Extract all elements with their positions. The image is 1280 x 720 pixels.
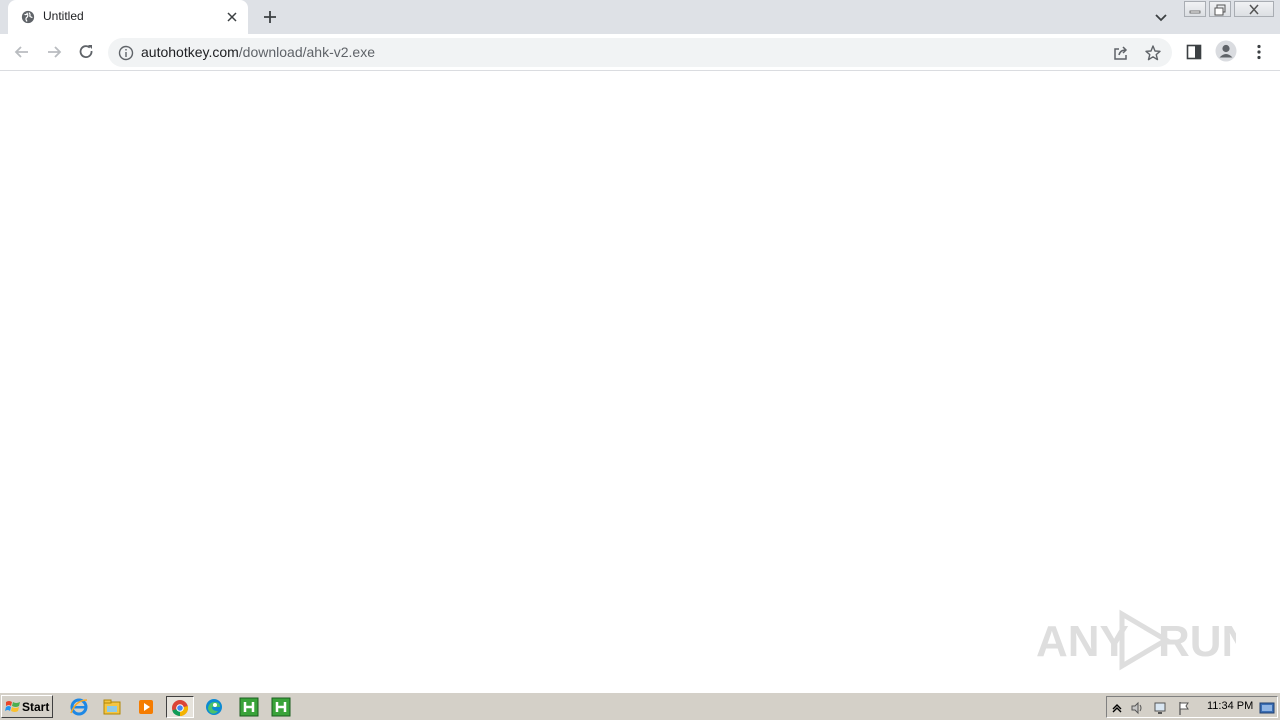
address-bar[interactable]: autohotkey.com/download/ahk-v2.exe [108, 38, 1172, 67]
more-menu-icon[interactable] [1249, 42, 1269, 62]
side-panel-icon[interactable] [1184, 42, 1204, 62]
reload-icon[interactable] [76, 42, 96, 62]
taskbar-chrome-button[interactable] [166, 696, 194, 718]
show-desktop-icon[interactable] [1259, 700, 1275, 716]
autohotkey-icon[interactable] [268, 696, 294, 718]
page-content: ANY RUN [0, 72, 1280, 692]
taskbar: Start 11:34 PM [0, 692, 1280, 720]
new-tab-icon[interactable] [260, 7, 280, 27]
show-hidden-icons-icon[interactable] [1109, 700, 1125, 716]
close-icon [1249, 4, 1259, 15]
volume-icon[interactable] [1129, 700, 1145, 716]
browser-toolbar: autohotkey.com/download/ahk-v2.exe [0, 34, 1280, 71]
back-arrow-icon[interactable] [12, 42, 32, 62]
bookmark-star-icon[interactable] [1144, 44, 1162, 62]
action-center-flag-icon[interactable] [1176, 700, 1192, 716]
url-host: autohotkey.com [141, 44, 239, 60]
forward-arrow-icon[interactable] [44, 42, 64, 62]
clock[interactable]: 11:34 PM [1207, 700, 1253, 712]
info-icon[interactable] [118, 45, 134, 61]
svg-text:ANY: ANY [1036, 617, 1129, 666]
chrome-icon [172, 700, 189, 717]
url-text[interactable]: autohotkey.com/download/ahk-v2.exe [141, 44, 375, 60]
browser-tab[interactable]: Untitled [8, 0, 248, 34]
tab-strip: Untitled [0, 0, 1280, 34]
svg-text:RUN: RUN [1158, 617, 1236, 666]
start-label: Start [22, 700, 50, 714]
close-tab-icon[interactable] [224, 9, 240, 25]
windows-logo-icon [5, 701, 20, 712]
media-player-icon[interactable] [135, 696, 157, 718]
internet-explorer-icon[interactable] [68, 696, 90, 718]
edge-icon[interactable] [203, 696, 225, 718]
autohotkey-icon[interactable] [236, 696, 262, 718]
profile-avatar-icon[interactable] [1215, 40, 1237, 62]
globe-icon [21, 10, 35, 24]
share-icon[interactable] [1112, 44, 1130, 62]
network-icon[interactable] [1152, 700, 1168, 716]
minimize-icon [1189, 10, 1201, 14]
close-window-button[interactable] [1234, 1, 1274, 17]
file-explorer-icon[interactable] [101, 696, 123, 718]
minimize-button[interactable] [1184, 1, 1206, 17]
chevron-down-icon[interactable] [1152, 8, 1170, 26]
anyrun-watermark-logo: ANY RUN [1036, 609, 1236, 671]
url-path: /download/ahk-v2.exe [238, 44, 375, 60]
restore-button[interactable] [1209, 1, 1231, 17]
system-tray: 11:34 PM [1106, 696, 1278, 718]
restore-icon [1214, 4, 1226, 16]
start-button[interactable]: Start [1, 695, 53, 718]
tab-title: Untitled [43, 9, 84, 23]
